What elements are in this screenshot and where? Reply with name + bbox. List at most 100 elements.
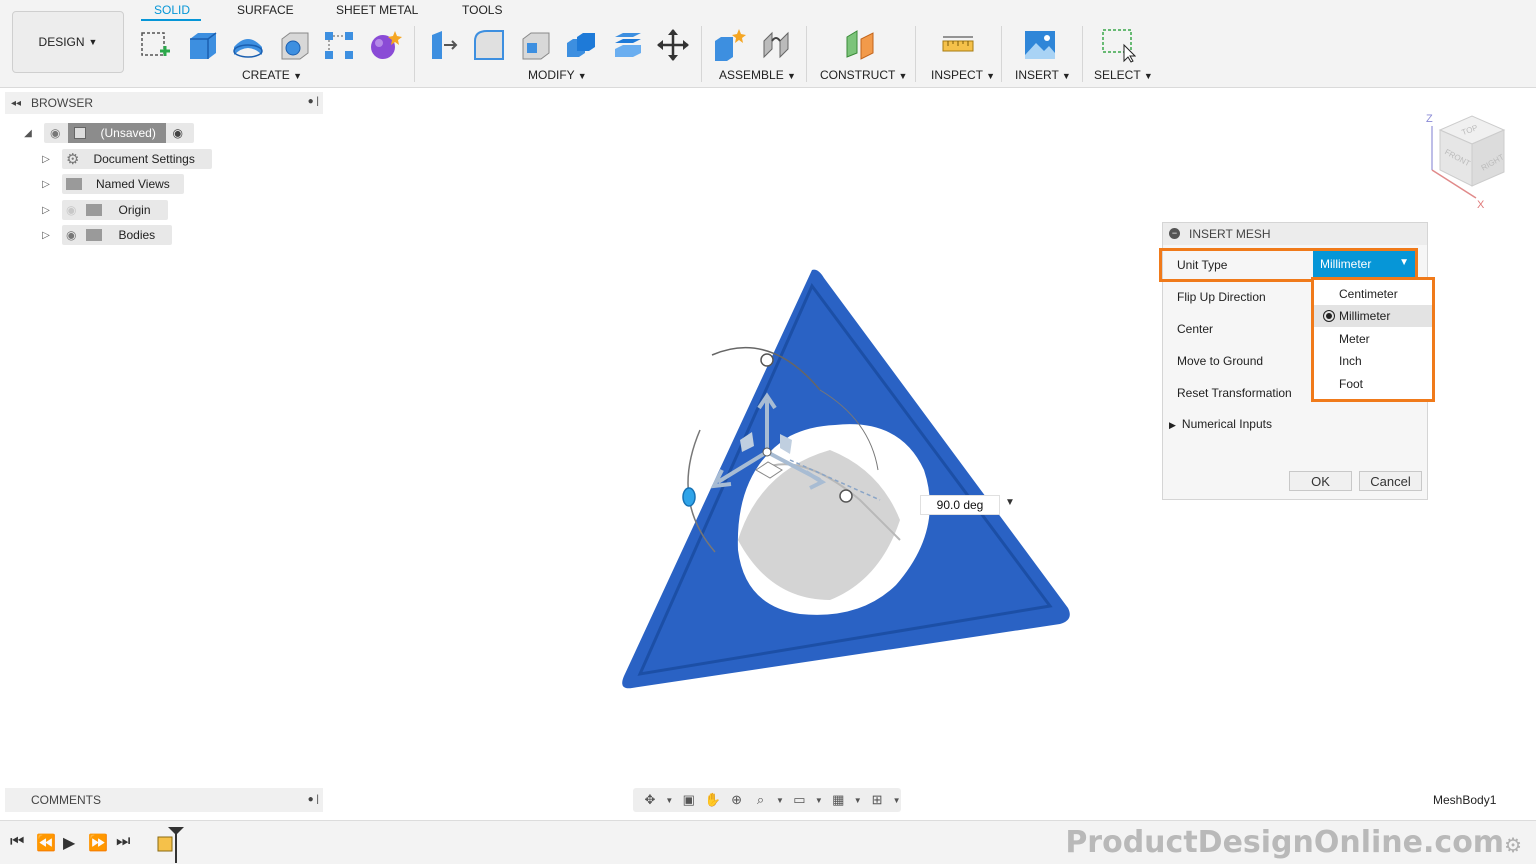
cancel-button[interactable]: Cancel (1359, 471, 1422, 491)
chevron-down-icon[interactable]: ▼ (1005, 497, 1015, 508)
combine-icon[interactable] (562, 26, 600, 64)
construct-menu[interactable]: CONSTRUCT ▼ (820, 68, 907, 82)
toolbar-divider (806, 26, 807, 82)
dialog-title: INSERT MESH (1189, 227, 1271, 241)
chevron-down-icon: ▼ (293, 71, 303, 81)
step-forward-icon[interactable]: ⏩ (88, 833, 108, 853)
center-label: Center (1177, 322, 1214, 336)
orbit-icon[interactable]: ✥ (641, 791, 659, 809)
create-form-icon[interactable] (366, 26, 404, 64)
selection-name: MeshBody1 (1433, 793, 1497, 807)
unit-option-inch[interactable]: Inch (1314, 350, 1432, 372)
assemble-menu[interactable]: ASSEMBLE ▼ (719, 68, 796, 82)
pin-icon[interactable]: ● | (308, 794, 319, 805)
tab-tools[interactable]: TOOLS (462, 3, 502, 17)
angle-input[interactable]: 90.0 deg (920, 495, 1000, 515)
construct-menu-label: CONSTRUCT (820, 68, 896, 82)
numerical-inputs-toggle[interactable]: ▶ Numerical Inputs (1169, 417, 1272, 431)
create-sketch-icon[interactable] (137, 26, 175, 64)
move-to-ground-label: Move to Ground (1177, 354, 1264, 368)
chevron-down-icon: ▼ (1143, 71, 1153, 81)
toolbar-divider (1082, 26, 1083, 82)
play-icon[interactable]: ▶ (63, 833, 75, 853)
replace-face-icon[interactable] (608, 26, 646, 64)
axis-x-label: X (1477, 199, 1485, 211)
reset-transformation-label: Reset Transformation (1177, 386, 1292, 400)
dialog-header[interactable]: − INSERT MESH (1163, 223, 1427, 245)
watermark: ProductDesignOnline.com⚙ (1065, 825, 1522, 860)
select-menu[interactable]: SELECT ▼ (1094, 68, 1153, 82)
look-at-icon[interactable]: ▣ (680, 791, 698, 809)
toolbar-divider (1001, 26, 1002, 82)
tab-surface[interactable]: SURFACE (237, 3, 294, 17)
inspect-menu-label: INSPECT (931, 68, 983, 82)
comments-title: COMMENTS (31, 793, 101, 807)
numerical-inputs-label: Numerical Inputs (1181, 417, 1272, 431)
chevron-down-icon[interactable]: ▼ (892, 791, 901, 809)
tab-solid[interactable]: SOLID (154, 3, 190, 17)
measure-icon[interactable] (939, 26, 977, 64)
gear-icon: ⚙ (1504, 833, 1522, 857)
chevron-down-icon[interactable]: ▼ (814, 791, 823, 809)
assemble-menu-label: ASSEMBLE (719, 68, 784, 82)
flip-up-direction-label: Flip Up Direction (1177, 290, 1266, 304)
unit-option-foot[interactable]: Foot (1314, 373, 1432, 395)
expand-triangle-icon: ▶ (1169, 420, 1176, 430)
step-back-icon[interactable]: ⏪ (36, 833, 56, 853)
revolve-icon[interactable] (229, 26, 267, 64)
zoom-icon[interactable]: ⊕ (728, 791, 746, 809)
extrude-icon[interactable] (183, 26, 221, 64)
unit-type-select[interactable]: Millimeter ▼ (1313, 251, 1415, 277)
view-cube[interactable]: TOP FRONT RIGHT Z X (1426, 113, 1506, 211)
toolbar-divider (414, 26, 415, 82)
toolbar-divider (701, 26, 702, 82)
chevron-down-icon: ▼ (577, 71, 587, 81)
fit-icon[interactable]: ⌕ (752, 791, 770, 809)
pattern-icon[interactable] (320, 26, 358, 64)
mesh-body[interactable] (622, 269, 1070, 689)
insert-image-icon[interactable] (1021, 26, 1059, 64)
chevron-down-icon: ▼ (1399, 257, 1409, 268)
chevron-down-icon: ▼ (787, 71, 796, 81)
ok-button[interactable]: OK (1289, 471, 1352, 491)
fillet-icon[interactable] (470, 26, 508, 64)
create-menu[interactable]: CREATE ▼ (242, 68, 302, 82)
option-label: Millimeter (1339, 309, 1391, 323)
move-copy-icon[interactable] (654, 26, 692, 64)
shell-icon[interactable] (516, 26, 554, 64)
unit-option-millimeter[interactable]: Millimeter (1314, 305, 1432, 327)
workspace-switcher-button[interactable]: DESIGN ▼ (12, 11, 124, 73)
window-select-icon[interactable] (1099, 26, 1137, 64)
inspect-menu[interactable]: INSPECT ▼ (931, 68, 995, 82)
offset-plane-icon[interactable] (842, 26, 880, 64)
unit-option-centimeter[interactable]: Centimeter (1314, 283, 1432, 305)
pan-icon[interactable]: ✋ (704, 791, 722, 809)
display-settings-icon[interactable]: ▭ (790, 791, 808, 809)
chevron-down-icon: ▼ (88, 37, 98, 47)
unit-type-label: Unit Type (1177, 258, 1228, 272)
navigation-bar: ✥ ▼ ▣ ✋ ⊕ ⌕ ▼ ▭ ▼ ▦ ▼ ⊞ ▼ (633, 788, 901, 812)
viewports-icon[interactable]: ⊞ (868, 791, 886, 809)
new-component-icon[interactable] (710, 26, 748, 64)
tab-sheet-metal[interactable]: SHEET METAL (336, 3, 418, 17)
chevron-down-icon[interactable]: ▼ (665, 791, 674, 809)
toolbar-divider (915, 26, 916, 82)
collapse-icon[interactable]: − (1169, 228, 1180, 239)
comments-panel-header[interactable]: COMMENTS ● | (5, 788, 323, 812)
joint-icon[interactable] (757, 26, 795, 64)
timeline: ⏮ ⏪ ▶ ⏩ ⏭ ProductDesignOnline.com⚙ (0, 820, 1536, 864)
unit-option-meter[interactable]: Meter (1314, 328, 1432, 350)
chevron-down-icon[interactable]: ▼ (853, 791, 862, 809)
watermark-text: ProductDesignOnline.com (1065, 825, 1505, 860)
insert-menu[interactable]: INSERT ▼ (1015, 68, 1071, 82)
toolbar: DESIGN ▼ SOLID SURFACE SHEET METAL TOOLS… (0, 0, 1536, 88)
modify-menu[interactable]: MODIFY ▼ (528, 68, 587, 82)
chevron-down-icon[interactable]: ▼ (775, 791, 784, 809)
grid-icon[interactable]: ▦ (829, 791, 847, 809)
press-pull-icon[interactable] (425, 26, 463, 64)
go-to-end-icon[interactable]: ⏭ (116, 833, 130, 851)
hole-icon[interactable] (275, 26, 313, 64)
workspace-label: DESIGN (38, 35, 85, 49)
go-to-start-icon[interactable]: ⏮ (10, 833, 24, 851)
timeline-mesh-feature-icon[interactable] (154, 825, 184, 863)
